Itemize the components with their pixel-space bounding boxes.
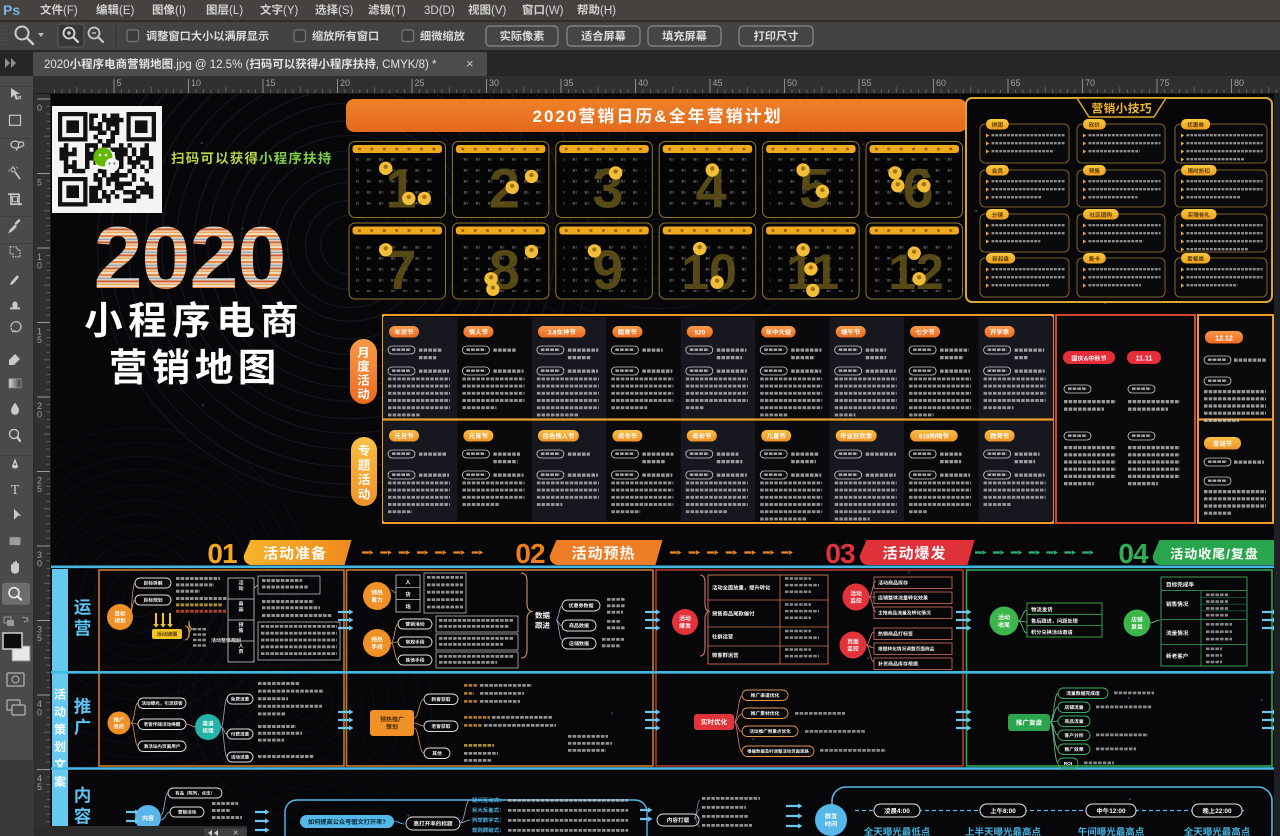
- svg-text:(T): (T): [391, 5, 406, 17]
- svg-text:(Y): (Y): [283, 5, 299, 17]
- svg-text:2020: 2020: [533, 107, 579, 126]
- svg-text:(E): (E): [119, 5, 135, 17]
- svg-text:0: 0: [37, 261, 42, 271]
- svg-text:0: 0: [37, 708, 42, 718]
- svg-text:40: 40: [638, 78, 648, 88]
- svg-text:618: 618: [919, 433, 930, 440]
- svg-text:65: 65: [1011, 78, 1021, 88]
- svg-text:?: ?: [382, 819, 386, 826]
- svg-text:5: 5: [37, 633, 42, 643]
- svg-text:01: 01: [207, 538, 237, 569]
- svg-text:30: 30: [489, 78, 499, 88]
- svg-text:&: &: [1084, 356, 1089, 363]
- svg-text:520: 520: [695, 329, 706, 336]
- svg-text:12:00: 12:00: [1109, 808, 1126, 815]
- svg-text:4:00: 4:00: [897, 808, 910, 815]
- svg-text:15: 15: [266, 78, 276, 88]
- svg-text:75: 75: [1160, 78, 1170, 88]
- svg-text:70: 70: [1085, 78, 1095, 88]
- svg-text:3D(D): 3D(D): [424, 5, 455, 17]
- svg-text:8:00: 8:00: [1003, 808, 1016, 815]
- svg-text:ROI: ROI: [1064, 761, 1073, 767]
- svg-text:55: 55: [862, 78, 872, 88]
- svg-text:(H): (H): [600, 5, 616, 17]
- svg-text:04: 04: [1118, 538, 1149, 569]
- svg-text:02: 02: [515, 538, 545, 569]
- svg-text:(I): (I): [175, 5, 186, 17]
- svg-text:03: 03: [825, 538, 855, 569]
- svg-text:3.8: 3.8: [548, 329, 557, 336]
- svg-text:T: T: [11, 483, 20, 498]
- svg-text:35: 35: [564, 78, 574, 88]
- svg-text:(L): (L): [229, 5, 243, 17]
- svg-text:&: &: [654, 107, 668, 126]
- svg-text:12.12: 12.12: [1215, 336, 1233, 343]
- svg-text:0: 0: [37, 103, 42, 113]
- svg-text:.jpg @ 12.5% (: .jpg @ 12.5% (: [173, 59, 249, 71]
- svg-text:50: 50: [787, 78, 797, 88]
- svg-text:45: 45: [713, 78, 723, 88]
- svg-text:80: 80: [1234, 78, 1244, 88]
- svg-text:5: 5: [37, 782, 42, 792]
- svg-text:(W): (W): [545, 5, 564, 17]
- svg-text:11.11: 11.11: [1136, 356, 1153, 363]
- svg-text:(S): (S): [338, 5, 354, 17]
- svg-text:20: 20: [340, 78, 350, 88]
- svg-text:(F): (F): [63, 5, 78, 17]
- svg-text:60: 60: [936, 78, 946, 88]
- svg-text:5: 5: [37, 335, 42, 345]
- svg-text:/: /: [1226, 547, 1231, 562]
- svg-text:3: 3: [592, 157, 623, 220]
- svg-text:, CMYK/8) *: , CMYK/8) *: [376, 59, 437, 71]
- svg-text:×: ×: [233, 828, 238, 836]
- svg-text:(V): (V): [491, 5, 507, 17]
- svg-text:×: ×: [466, 56, 474, 71]
- svg-text:5: 5: [117, 78, 122, 88]
- svg-text:10: 10: [681, 244, 737, 300]
- svg-text:2020: 2020: [44, 59, 70, 71]
- svg-text:2020: 2020: [94, 208, 286, 307]
- svg-text:5: 5: [37, 178, 42, 188]
- svg-text:25: 25: [415, 78, 425, 88]
- svg-text:5: 5: [37, 484, 42, 494]
- svg-text:Ps: Ps: [3, 2, 20, 18]
- svg-text:0: 0: [37, 559, 42, 569]
- svg-text:0: 0: [37, 410, 42, 420]
- svg-text:10: 10: [191, 78, 201, 88]
- svg-text:22:00: 22:00: [1215, 808, 1232, 815]
